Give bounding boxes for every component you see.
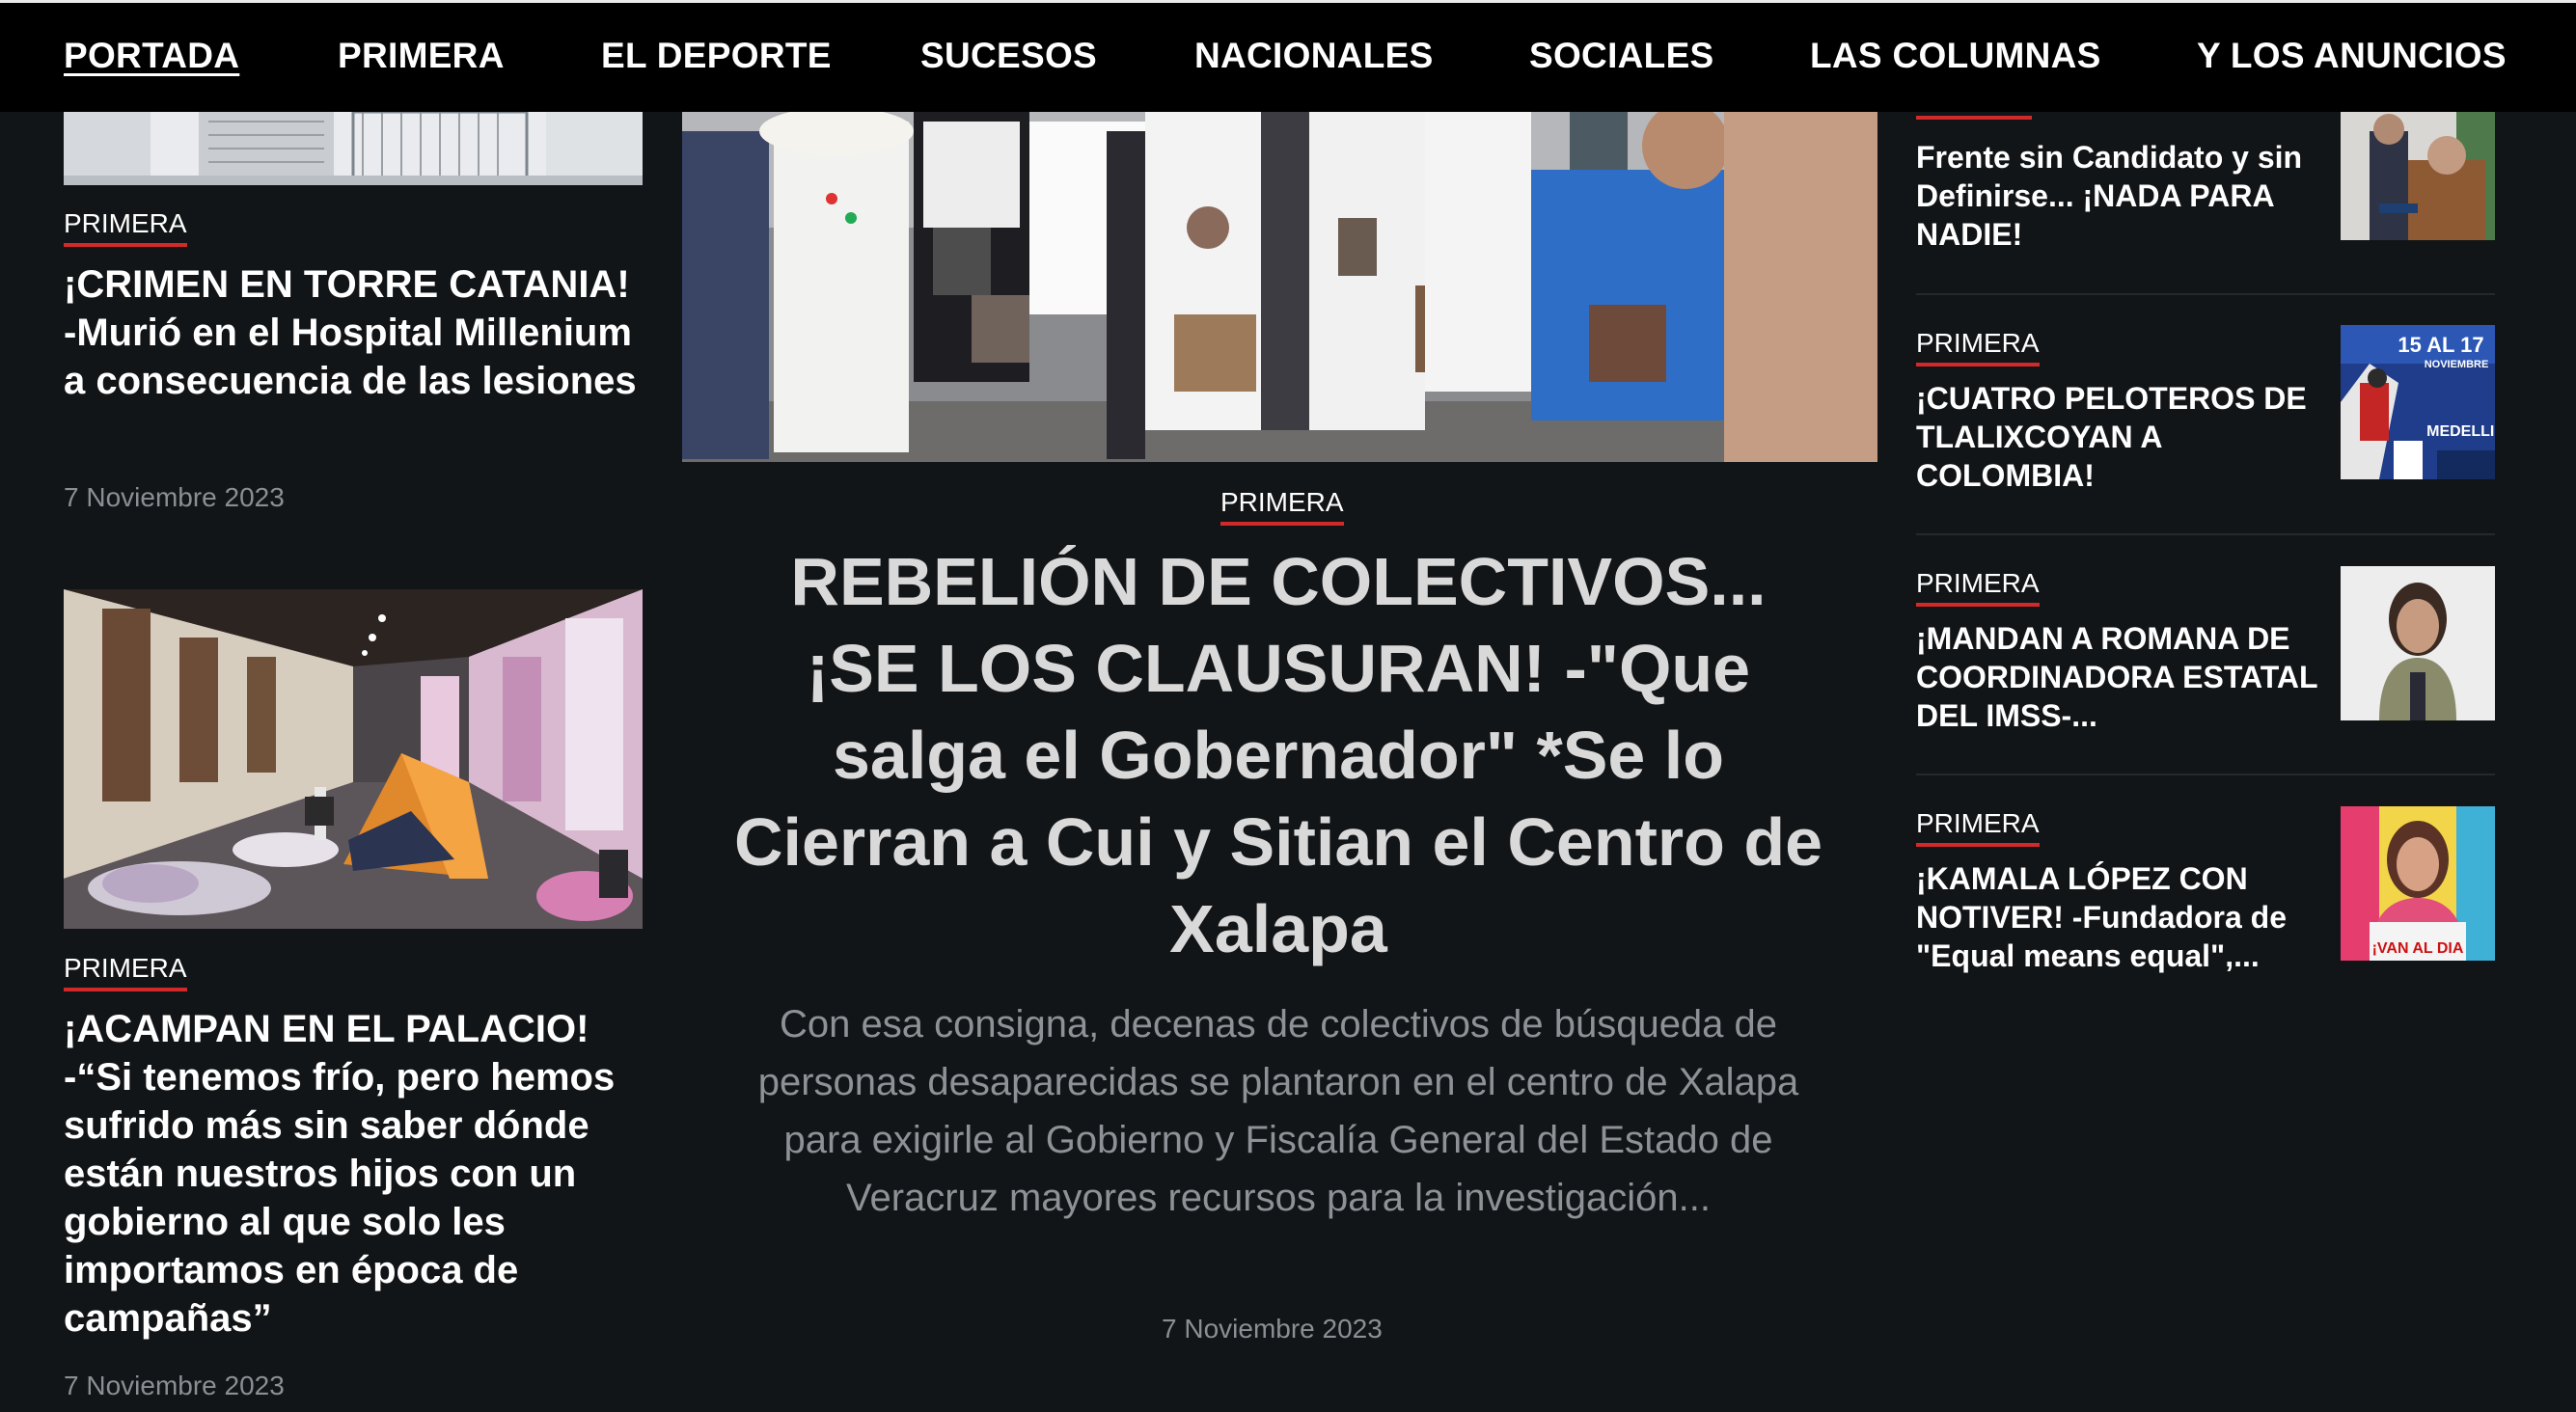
nav-item-sociales[interactable]: SOCIALES [1529,36,1714,76]
category-label[interactable]: PRIMERA [64,208,187,248]
article-image-torre-catania[interactable] [64,112,643,185]
nav-item-sucesos[interactable]: SUCESOS [920,36,1097,76]
category-label[interactable]: PRIMERA [64,953,187,992]
category-label[interactable]: PRIMERA [1916,808,2040,848]
main-nav: PORTADA PRIMERA EL DEPORTE SUCESOS NACIO… [0,0,2576,112]
sidebar-thumb[interactable] [2341,112,2495,240]
category-label[interactable]: PRIMERA [1916,568,2040,608]
thumb-date-text: 15 AL 17 [2398,333,2483,357]
category-underline [1916,116,2032,120]
nav-item-nacionales[interactable]: NACIONALES [1194,36,1434,76]
sidebar-headline[interactable]: ¡KAMALA LÓPEZ CON NOTIVER! -Fundadora de… [1916,859,2321,975]
sidebar-headline[interactable]: ¡CUATRO PELOTEROS DE TLALIXCOYAN A COLOM… [1916,379,2321,495]
nav-item-las-columnas[interactable]: LAS COLUMNAS [1810,36,2101,76]
article-image-acampan[interactable] [64,589,643,929]
category-label[interactable]: PRIMERA [1916,328,2040,367]
article-date: 7 Noviembre 2023 [64,1371,285,1400]
featured-excerpt: Con esa consigna, decenas de colectivos … [757,1003,1799,1219]
article-date: 7 Noviembre 2023 [64,482,285,512]
sidebar-headline[interactable]: Frente sin Candidato y sin Definirse... … [1916,138,2321,254]
sidebar-thumb[interactable]: ¡VAN AL DIA [2341,806,2495,961]
nav-item-portada[interactable]: PORTADA [64,36,239,76]
featured-image[interactable] [682,112,1877,462]
thumb-month-text: NOVIEMBRE [2425,359,2489,370]
separator [1916,774,2495,775]
article-headline[interactable]: ¡CRIMEN EN TORRE CATANIA! -Murió en el H… [64,260,643,405]
featured-date: 7 Noviembre 2023 [1162,1314,1383,1344]
thumb-city-text: MEDELLIN [2426,423,2495,440]
thumb-newspaper-text: ¡VAN AL DIA [2372,940,2464,957]
separator [1916,293,2495,295]
sidebar-thumb[interactable] [2341,566,2495,720]
sidebar-thumb[interactable]: 15 AL 17 NOVIEMBRE MEDELLIN [2341,325,2495,479]
sidebar-headline[interactable]: ¡MANDAN A ROMANA DE COORDINADORA ESTATAL… [1916,619,2321,735]
nav-item-el-deporte[interactable]: EL DEPORTE [601,36,832,76]
nav-item-primera[interactable]: PRIMERA [338,36,505,76]
article-headline[interactable]: ¡ACAMPAN EN EL PALACIO! -“Si tenemos frí… [64,1005,643,1343]
featured-category[interactable]: PRIMERA [1220,487,1344,527]
nav-item-y-los-anuncios[interactable]: Y LOS ANUNCIOS [2197,36,2507,76]
separator [1916,533,2495,535]
featured-title[interactable]: REBELIÓN DE COLECTIVOS... ¡SE LOS CLAUSU… [733,538,1823,972]
